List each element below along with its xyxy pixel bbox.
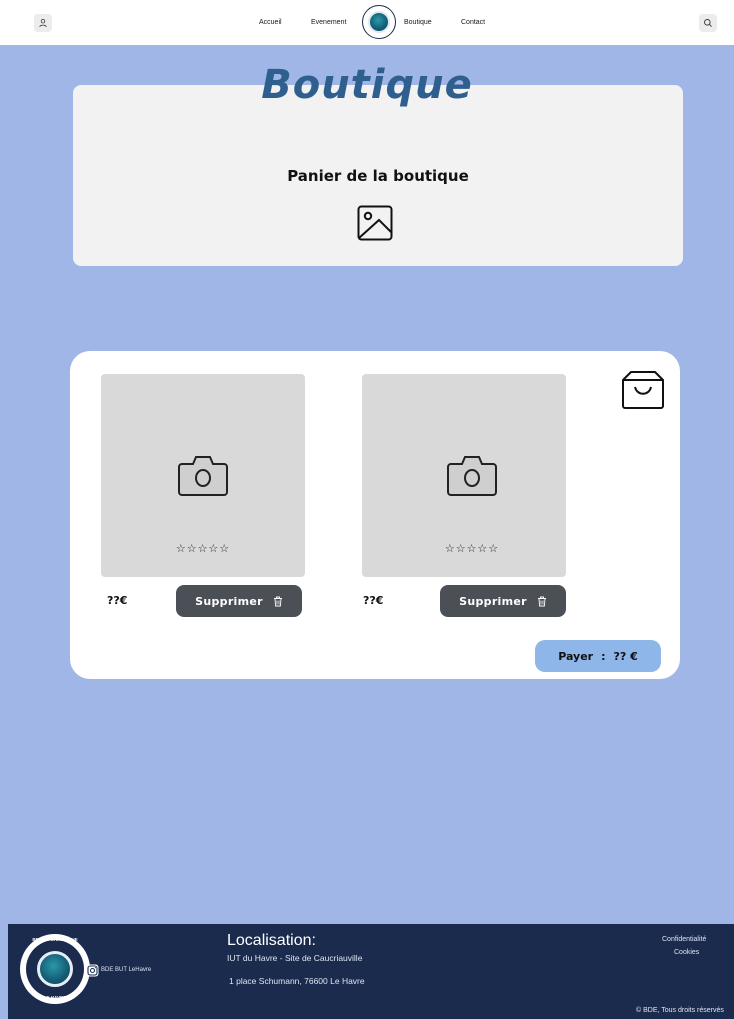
nav-link-evenement[interactable]: Evenement: [311, 19, 346, 26]
copyright: © BDE, Tous droits réservés: [636, 1007, 724, 1014]
pay-separator: :: [601, 649, 606, 663]
instagram-icon[interactable]: [86, 964, 99, 977]
navbar: Accueil Evenement Boutique Contact: [0, 0, 734, 45]
shopping-bag-icon[interactable]: [621, 370, 665, 410]
product-price: ??€: [107, 594, 128, 607]
delete-button-label: Supprimer: [195, 594, 263, 608]
delete-button[interactable]: Supprimer: [440, 585, 566, 617]
product-card[interactable]: ☆☆☆☆☆: [362, 374, 566, 577]
footer-logo-text-top: BDE INFORMATIQUE: [32, 937, 78, 942]
product-price: ??€: [363, 594, 384, 607]
nav-link-boutique[interactable]: Boutique: [404, 19, 432, 26]
pay-button-label: Payer: [558, 649, 594, 663]
bde-logo-icon[interactable]: [362, 5, 396, 39]
footer-logo-text-bottom: LE HAVRE: [43, 995, 67, 1000]
rating-stars[interactable]: ☆☆☆☆☆: [101, 542, 305, 555]
location-title: Localisation:: [227, 932, 316, 949]
pay-amount: ?? €: [613, 649, 638, 663]
nav-link-contact[interactable]: Contact: [461, 19, 485, 26]
location-address: 1 place Schumann, 76600 Le Havre: [229, 976, 365, 986]
trash-icon: [537, 596, 546, 606]
camera-icon: [447, 456, 497, 496]
camera-icon: [178, 456, 228, 496]
nav-links: Accueil Evenement Boutique Contact: [0, 0, 734, 45]
pay-button[interactable]: Payer : ?? €: [535, 640, 661, 672]
search-icon[interactable]: [699, 14, 717, 32]
delete-button[interactable]: Supprimer: [176, 585, 302, 617]
instagram-label[interactable]: BDE BUT LeHavre: [101, 967, 151, 973]
page-title: Boutique: [261, 62, 473, 108]
delete-button-label: Supprimer: [459, 594, 527, 608]
rating-stars[interactable]: ☆☆☆☆☆: [370, 542, 574, 555]
trash-icon: [273, 596, 282, 606]
bde-footer-logo: BDE INFORMATIQUE LE HAVRE: [20, 934, 90, 1004]
product-card[interactable]: ☆☆☆☆☆: [101, 374, 305, 577]
location-line: IUT du Havre - Site de Caucriauville: [227, 953, 363, 963]
hero-subtitle: Panier de la boutique: [287, 167, 469, 185]
footer: BDE INFORMATIQUE LE HAVRE BDE BUT LeHavr…: [8, 924, 734, 1019]
footer-link-cookies[interactable]: Cookies: [674, 949, 699, 956]
image-placeholder-icon: [357, 205, 393, 241]
footer-link-confidentialite[interactable]: Confidentialité: [662, 936, 706, 943]
nav-link-accueil[interactable]: Accueil: [259, 19, 282, 26]
